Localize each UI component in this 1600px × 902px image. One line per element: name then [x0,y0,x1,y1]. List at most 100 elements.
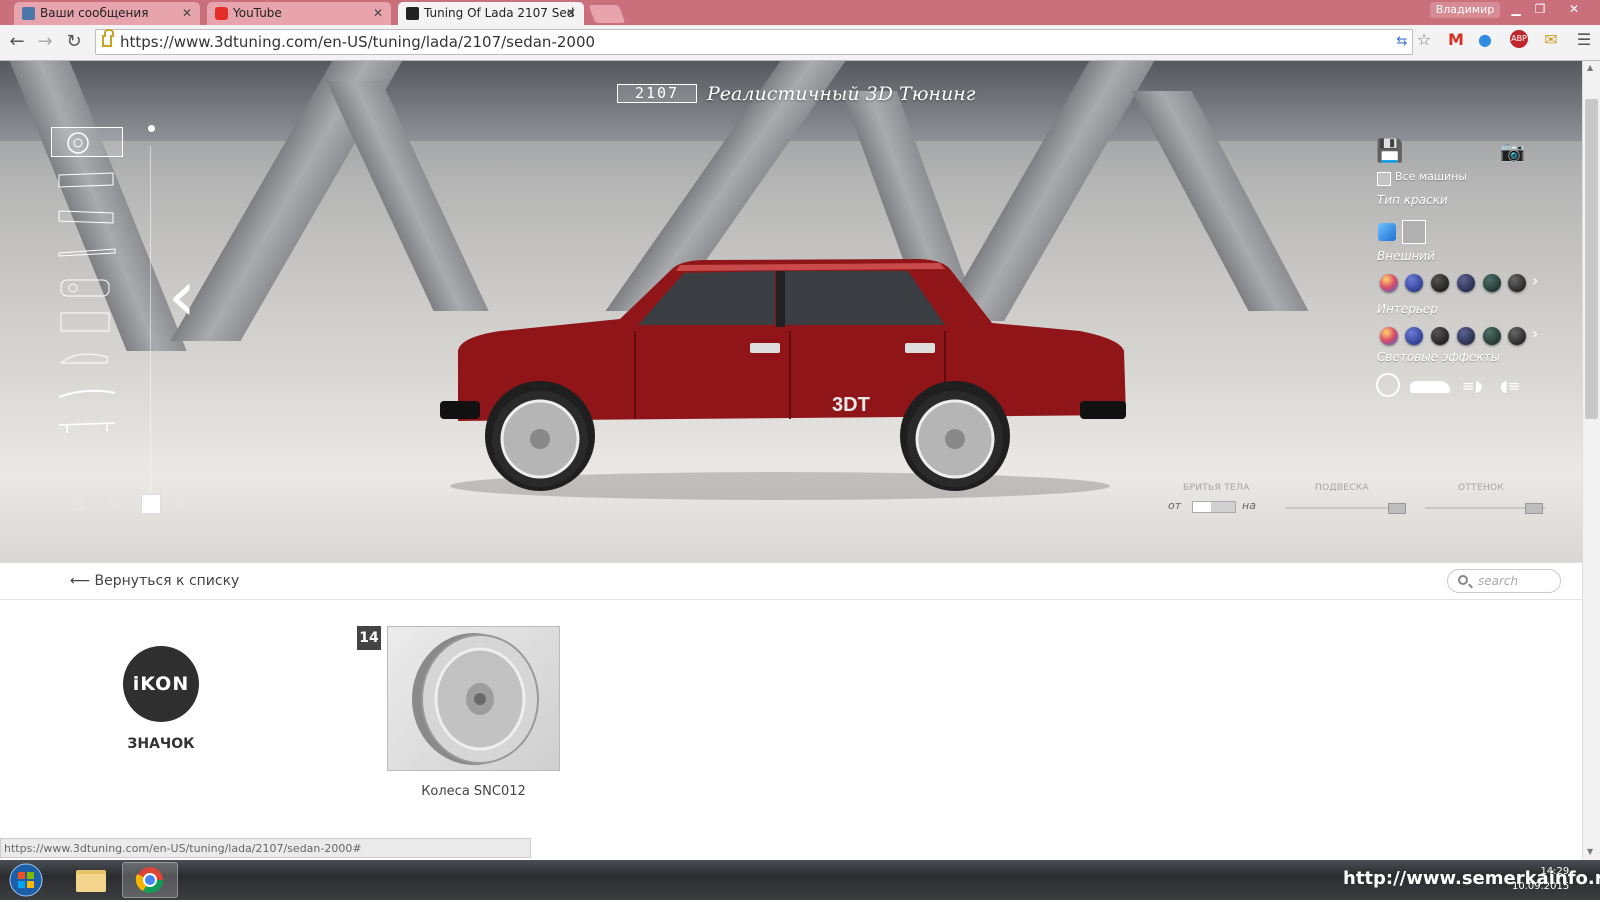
back-to-list-link[interactable]: ⟵ Вернуться к списку [70,573,239,589]
bumper-rear-icon [58,210,114,224]
star-icon[interactable]: ☆ [1414,30,1434,50]
model-badge: 2107 [617,84,697,103]
all-cars-checkbox[interactable] [1377,172,1391,186]
scroll-thumb[interactable] [1585,99,1598,419]
interior-swatch[interactable] [1380,327,1398,345]
wheel-product-card[interactable] [387,626,560,771]
mirror-category[interactable] [51,343,123,373]
tab-youtube[interactable]: YouTube ✕ [207,2,391,25]
category-dot [148,125,155,132]
start-button[interactable] [4,862,48,898]
scroll-down-icon[interactable]: ▼ [1587,847,1593,856]
exterior-swatch[interactable] [1431,274,1449,292]
exterior-swatch[interactable] [1508,274,1526,292]
explorer-taskbar-button[interactable] [62,862,118,898]
browser-toolbar: ← → ↻ https://www.3dtuning.com/en-US/tun… [0,25,1600,61]
tuning-3d-viewer[interactable]: 2107 Реалистичный 3D Тюнинг 3DT ‹ ▨ ↻ ⊛ … [0,61,1582,562]
car-decal: 3DT [832,394,870,416]
headlight-category[interactable] [51,273,123,303]
lock-icon [102,29,114,47]
brand-logo[interactable]: iKON [123,646,199,722]
mail-icon[interactable]: ✉ [1541,30,1561,50]
body-toggle-knob[interactable] [1193,502,1211,512]
restore-icon[interactable]: ❐ [1528,0,1552,18]
browser-tab-strip: Ваши сообщения ✕ YouTube ✕ Tuning Of Lad… [0,0,1600,25]
bumper-rear-category[interactable] [51,201,123,231]
body-slider-label: БРИТЬЯ ТЕЛА [1183,483,1250,493]
chevron-right-icon[interactable]: › [1532,324,1538,343]
tint-knob[interactable] [1525,503,1543,514]
suspension-track[interactable] [1285,507,1405,509]
tab-3dtuning[interactable]: Tuning Of Lada 2107 Sed ✕ [398,2,584,25]
taillight-category[interactable] [51,307,123,337]
menu-icon[interactable]: ☰ [1574,30,1594,50]
scroll-up-icon[interactable]: ▲ [1587,63,1593,72]
spoiler-icon [58,389,116,398]
interior-swatch[interactable] [1405,327,1423,345]
interior-swatch[interactable] [1431,327,1449,345]
tab-vk-messages[interactable]: Ваши сообщения ✕ [14,2,200,25]
body-toggle[interactable] [1192,501,1236,513]
wheel-size-badge: 14 [357,626,381,650]
car-model[interactable]: 3DT [440,251,1140,501]
steering-wheel-icon[interactable]: ⊛ [170,493,190,513]
close-icon[interactable]: ✕ [182,2,192,24]
search-input[interactable]: search [1447,569,1561,593]
exterior-swatch[interactable] [1483,274,1501,292]
close-window-icon[interactable]: ✕ [1554,0,1594,18]
wheel-caption[interactable]: Колеса SNC012 [387,784,560,799]
camera-icon[interactable]: 📷 [1500,139,1525,163]
paint-matte-button[interactable] [1402,220,1426,244]
exterior-swatch[interactable] [1405,274,1423,292]
rotate-icon[interactable]: ↻ [104,493,124,513]
paint-gloss-button[interactable] [1378,223,1396,241]
translate-icon[interactable]: ⇆ [1392,32,1412,52]
close-icon[interactable]: ✕ [566,2,576,24]
exterior-swatch[interactable] [1457,274,1475,292]
adblock-icon[interactable]: ABP [1510,30,1528,48]
mirror-icon [59,353,108,364]
fog-light-icon[interactable]: ◖≡ [1500,377,1520,395]
reload-icon[interactable]: ↻ [63,31,85,53]
clock-time: 14:29 [1540,866,1570,877]
wheel-category[interactable] [51,127,123,157]
sideskirt-category[interactable] [51,237,123,267]
status-url-bubble: https://www.3dtuning.com/en-US/tuning/la… [0,838,531,858]
back-to-list-label: Вернуться к списку [94,573,240,589]
chevron-right-icon[interactable]: › [1532,271,1538,290]
interior-label: Интерьер [1377,302,1438,316]
minimize-icon[interactable]: ▁ [1504,0,1528,18]
close-icon[interactable]: ✕ [373,2,383,24]
new-tab-button[interactable] [588,5,626,23]
gmail-icon[interactable]: M [1446,30,1466,50]
background-icon[interactable]: ▨ [68,493,88,513]
prev-arrow-icon[interactable]: ‹ [168,261,196,331]
chrome-taskbar-button[interactable] [122,862,178,898]
page-scrollbar[interactable]: ▲ ▼ [1582,61,1600,860]
save-icon[interactable]: 💾 [1376,139,1403,164]
bumper-front-category[interactable] [51,165,123,195]
headlight-beam-icon[interactable]: ≡◗ [1462,377,1482,395]
color-picker-button[interactable] [141,494,161,514]
rear-wing-category[interactable] [51,413,123,443]
system-clock[interactable]: 14:29 10.09.2015 [1512,864,1569,894]
url-text: https://www.3dtuning.com/en-US/tuning/la… [120,33,596,51]
profile-name[interactable]: Владимир [1430,2,1500,18]
address-bar[interactable]: https://www.3dtuning.com/en-US/tuning/la… [95,29,1413,55]
rim-light-icon[interactable] [1376,373,1400,397]
back-arrow-icon[interactable]: ← [6,31,28,53]
interior-swatch[interactable] [1483,327,1501,345]
chrome-icon [135,867,164,894]
interior-swatch[interactable] [1508,327,1526,345]
light-effects-label: Световые эффекты [1377,350,1501,364]
suspension-knob[interactable] [1388,503,1406,514]
spoiler-category[interactable] [51,379,123,409]
interior-swatch[interactable] [1457,327,1475,345]
category-rail [150,146,151,506]
car-light-icon[interactable] [1410,381,1450,393]
all-cars-label: Все машины [1395,170,1467,183]
exterior-swatch[interactable] [1380,274,1398,292]
brand-name[interactable]: ЗНАЧОК [100,736,222,752]
forward-arrow-icon[interactable]: → [34,31,56,53]
drop-icon[interactable]: ● [1475,30,1495,50]
